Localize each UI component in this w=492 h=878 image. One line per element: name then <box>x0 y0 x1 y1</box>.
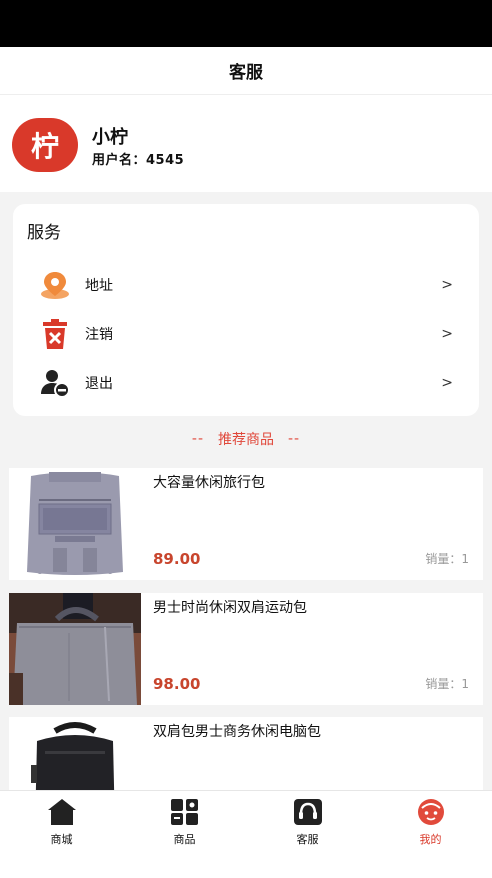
product-image-business-backpack <box>9 717 141 790</box>
chevron-right-icon: > <box>441 375 453 391</box>
avatar[interactable]: 柠 <box>12 118 78 172</box>
tab-products[interactable]: 商品 <box>123 791 246 878</box>
trash-cancel-icon <box>39 318 71 350</box>
recommend-dash-right: -- <box>288 431 301 447</box>
product-image-laptop-bag <box>9 593 141 705</box>
username-value: 4545 <box>146 153 185 168</box>
tab-label: 客服 <box>296 833 319 846</box>
chevron-right-icon: > <box>441 326 453 342</box>
sales-value: 1 <box>461 677 469 691</box>
bottom-tab-bar: 商城 商品 客服 我的 <box>0 790 492 878</box>
username-label: 用户名： <box>92 153 147 168</box>
product-name: 双肩包男士商务休闲电脑包 <box>153 724 321 740</box>
service-item-deregister[interactable]: 注销 > <box>13 314 479 354</box>
sales-value: 1 <box>461 552 469 566</box>
page-title: 客服 <box>229 63 263 83</box>
location-pin-icon <box>39 269 71 301</box>
service-item-label: 注销 <box>85 327 113 343</box>
recommend-header: -- 推荐商品 -- <box>0 428 492 450</box>
product-image-travel-backpack <box>9 468 141 580</box>
product-sales: 销量：1 <box>425 550 469 567</box>
service-item-logout[interactable]: 退出 > <box>13 363 479 403</box>
product-name: 男士时尚休闲双肩运动包 <box>153 600 307 616</box>
grid-icon <box>170 797 200 827</box>
service-card: 服务 地址 > 注销 > 退出 > <box>13 204 479 416</box>
headset-icon <box>293 797 323 827</box>
product-card[interactable]: 双肩包男士商务休闲电脑包 <box>9 717 483 790</box>
house-icon <box>47 797 77 827</box>
chevron-right-icon: > <box>441 277 453 293</box>
status-bar <box>0 0 492 47</box>
username-row: 用户名：4545 <box>92 149 184 168</box>
product-name: 大容量休闲旅行包 <box>153 475 265 491</box>
tab-label: 商城 <box>50 833 73 846</box>
nav-bar: 客服 <box>0 47 492 95</box>
recommend-title: 推荐商品 <box>218 432 274 448</box>
service-item-address[interactable]: 地址 > <box>13 265 479 305</box>
user-name: 小柠 <box>92 127 128 148</box>
profile-header: 柠 小柠 用户名：4545 <box>0 95 492 192</box>
sales-label: 销量： <box>425 677 462 691</box>
product-price: 89.00 <box>153 550 201 568</box>
product-card[interactable]: 大容量休闲旅行包 89.00 销量：1 <box>9 468 483 580</box>
avatar-logo: 柠 <box>30 130 59 163</box>
tab-service[interactable]: 客服 <box>246 791 369 878</box>
tab-label: 商品 <box>173 833 196 846</box>
sales-label: 销量： <box>425 552 462 566</box>
product-price: 98.00 <box>153 675 201 693</box>
service-item-label: 地址 <box>85 278 113 294</box>
user-face-icon <box>416 797 446 827</box>
service-title: 服务 <box>27 223 61 243</box>
user-logout-icon <box>39 367 71 399</box>
service-item-label: 退出 <box>85 376 113 392</box>
product-sales: 销量：1 <box>425 675 469 692</box>
tab-mall[interactable]: 商城 <box>0 791 123 878</box>
tab-label: 我的 <box>419 833 442 846</box>
recommend-dash-left: -- <box>191 431 204 447</box>
tab-mine[interactable]: 我的 <box>369 791 492 878</box>
product-card[interactable]: 男士时尚休闲双肩运动包 98.00 销量：1 <box>9 593 483 705</box>
